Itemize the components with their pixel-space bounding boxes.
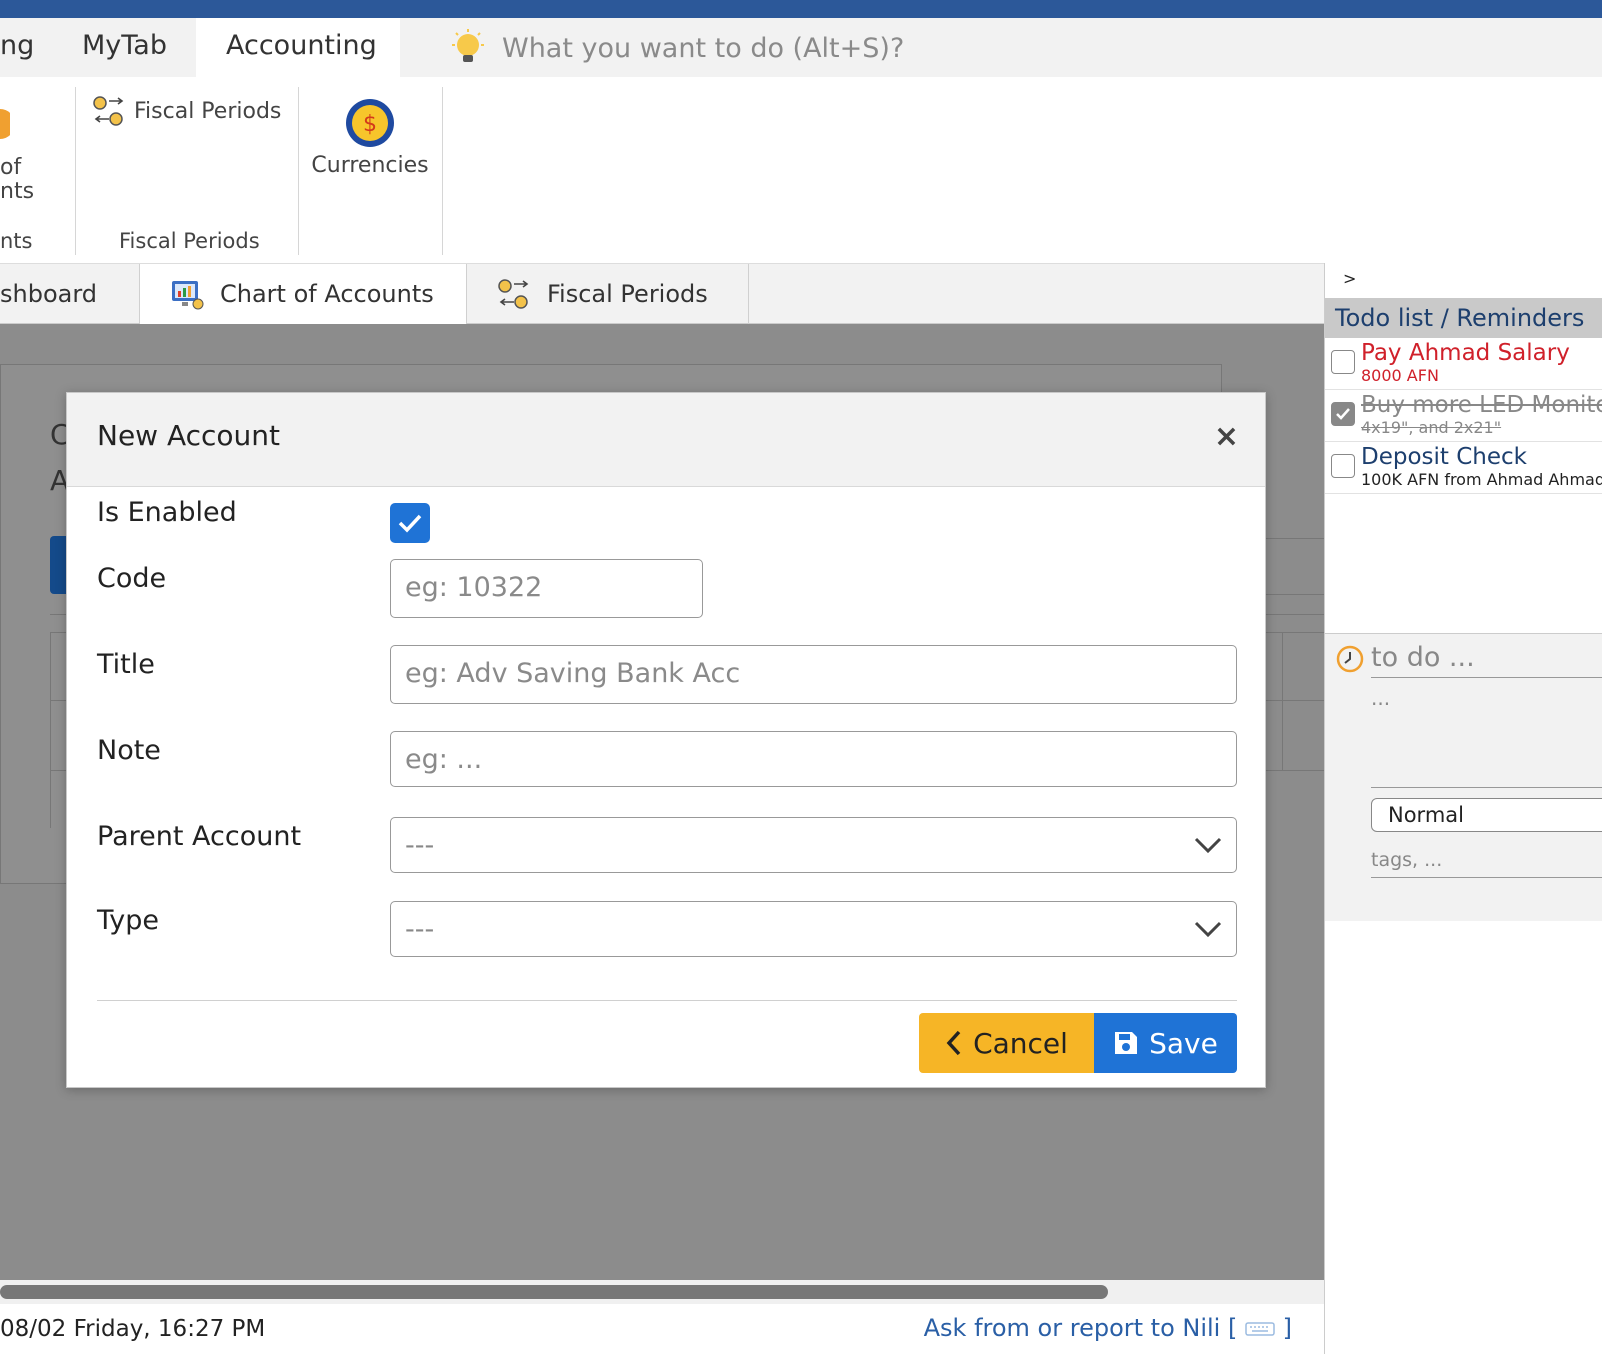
ribbon-tab-label: MyTab xyxy=(82,30,167,61)
todo-detail: 8000 AFN xyxy=(1361,366,1439,385)
parent-account-value: --- xyxy=(405,830,435,861)
parent-account-label: Parent Account xyxy=(97,821,302,852)
ribbon-tab-bar: ng MyTab Accounting What you want to do … xyxy=(0,18,1602,77)
cancel-button-label: Cancel xyxy=(973,1026,1068,1060)
dialog-header: New Account × xyxy=(67,393,1265,487)
is-enabled-label: Is Enabled xyxy=(97,497,237,528)
floppy-disk-icon xyxy=(1115,1032,1138,1054)
fiscal-periods-ribbon-button[interactable]: Fiscal Periods xyxy=(92,95,281,127)
priority-select[interactable]: Normal xyxy=(1371,798,1602,832)
checkmark-icon xyxy=(1336,408,1350,420)
new-account-dialog: New Account × Is Enabled Code eg: 10322 … xyxy=(66,392,1266,1088)
ribbon-separator xyxy=(75,87,76,255)
todo-checkbox[interactable] xyxy=(1331,350,1355,374)
code-label: Code xyxy=(97,563,167,594)
chart-of-accounts-icon xyxy=(172,281,204,310)
ribbon-body: of nts nts Fiscal Periods Fiscal Periods… xyxy=(0,77,1602,263)
status-bar: 08/02 Friday, 16:27 PM Ask from or repor… xyxy=(0,1304,1324,1354)
checkmark-icon xyxy=(398,514,422,533)
currencies-button-label: Currencies xyxy=(311,153,429,178)
ask-nili-link[interactable]: Ask from or report to Nili [ ] xyxy=(924,1314,1292,1342)
document-tab-bar: shboard Chart of Accounts Fiscal Periods xyxy=(0,263,1324,324)
title-bar xyxy=(0,0,1602,18)
close-icon[interactable]: × xyxy=(1214,419,1239,454)
todo-checkbox-checked[interactable] xyxy=(1331,402,1355,426)
ribbon-group-label: Fiscal Periods xyxy=(119,229,260,253)
todo-item[interactable]: Pay Ahmad Salary 8000 AFN xyxy=(1325,338,1602,390)
keyboard-icon xyxy=(1245,1322,1275,1336)
todo-title: Deposit Check xyxy=(1361,444,1527,470)
chart-of-accounts-icon xyxy=(0,109,10,139)
cancel-button[interactable]: Cancel xyxy=(919,1013,1094,1073)
dialog-title: New Account xyxy=(97,419,281,452)
type-value: --- xyxy=(405,914,435,945)
ribbon-tab-mytab[interactable]: MyTab xyxy=(52,18,197,77)
ribbon-separator xyxy=(442,87,443,255)
lightbulb-icon xyxy=(452,29,484,62)
ribbon-chart-accounts-label2: nts xyxy=(0,179,35,204)
ribbon-tab-label: Accounting xyxy=(226,30,377,61)
ribbon-button-label: of xyxy=(0,155,22,180)
chevron-down-icon xyxy=(1194,921,1222,938)
ribbon-group-label: nts xyxy=(0,229,33,253)
todo-detail: 100K AFN from Ahmad Ahmad xyxy=(1361,470,1602,489)
todo-title: Buy more LED Monitor xyxy=(1361,392,1602,418)
title-label: Title xyxy=(97,649,155,680)
dialog-footer-divider xyxy=(97,1000,1237,1001)
code-input[interactable]: eg: 10322 xyxy=(390,559,703,618)
save-button[interactable]: Save xyxy=(1094,1013,1237,1073)
tags-input[interactable]: tags, ... xyxy=(1371,844,1602,878)
tab-chart-of-accounts[interactable]: Chart of Accounts xyxy=(140,264,467,324)
tab-dashboard[interactable]: shboard xyxy=(0,264,140,324)
currency-coin-icon: $ xyxy=(346,99,394,147)
todo-title: Pay Ahmad Salary xyxy=(1361,340,1570,366)
ribbon-tab-label: ng xyxy=(0,30,35,61)
new-todo-form: to do ... ... Normal tags, ... xyxy=(1325,633,1602,921)
todo-item[interactable]: Deposit Check 100K AFN from Ahmad Ahmad xyxy=(1325,442,1602,494)
tab-label: Fiscal Periods xyxy=(547,280,708,308)
fiscal-periods-icon xyxy=(498,279,529,309)
command-search-placeholder: What you want to do (Alt+S)? xyxy=(502,32,905,64)
chevron-left-icon xyxy=(946,1030,961,1056)
todo-item[interactable]: Buy more LED Monitor 4x19", and 2x21" xyxy=(1325,390,1602,442)
tab-label: shboard xyxy=(0,280,98,308)
save-button-label: Save xyxy=(1149,1026,1218,1060)
todo-description-input[interactable]: ... xyxy=(1371,686,1602,788)
horizontal-scrollbar[interactable] xyxy=(0,1280,1324,1304)
type-label: Type xyxy=(97,905,160,936)
ask-nili-link-text: Ask from or report to Nili [ xyxy=(923,1314,1238,1342)
title-input[interactable]: eg: Adv Saving Bank Acc xyxy=(390,645,1237,704)
todo-input[interactable]: to do ... xyxy=(1371,642,1602,678)
alarm-clock-icon xyxy=(1336,645,1364,673)
currencies-ribbon-button[interactable]: $ Currencies xyxy=(310,97,430,178)
ribbon-separator xyxy=(298,87,299,255)
todo-panel: > Todo list / Reminders Pay Ahmad Salary… xyxy=(1324,263,1602,1354)
todo-detail: 4x19", and 2x21" xyxy=(1361,418,1502,437)
note-input[interactable]: eg: ... xyxy=(390,731,1237,787)
tab-fiscal-periods[interactable]: Fiscal Periods xyxy=(467,264,749,324)
fiscal-periods-icon xyxy=(93,96,124,126)
background-table-line xyxy=(1282,632,1283,770)
chevron-down-icon xyxy=(1194,837,1222,854)
background-table-line xyxy=(50,632,51,828)
todo-checkbox[interactable] xyxy=(1331,454,1355,478)
ask-nili-link-bracket: ] xyxy=(1282,1314,1292,1342)
panel-collapse-toggle[interactable]: > xyxy=(1343,269,1356,288)
command-search[interactable]: What you want to do (Alt+S)? xyxy=(448,28,904,68)
ribbon-chart-accounts-button[interactable]: of xyxy=(0,155,21,180)
svg-text:$: $ xyxy=(363,112,377,137)
type-select[interactable]: --- xyxy=(390,901,1237,957)
note-label: Note xyxy=(97,735,161,766)
scrollbar-thumb[interactable] xyxy=(0,1285,1108,1299)
todo-panel-header: Todo list / Reminders xyxy=(1325,298,1602,338)
fiscal-periods-button-label: Fiscal Periods xyxy=(134,98,282,124)
status-datetime: 08/02 Friday, 16:27 PM xyxy=(0,1316,266,1342)
is-enabled-checkbox[interactable] xyxy=(390,503,430,543)
tab-label: Chart of Accounts xyxy=(220,280,434,308)
ribbon-tab-accounting[interactable]: Accounting xyxy=(196,18,400,77)
parent-account-select[interactable]: --- xyxy=(390,817,1237,873)
